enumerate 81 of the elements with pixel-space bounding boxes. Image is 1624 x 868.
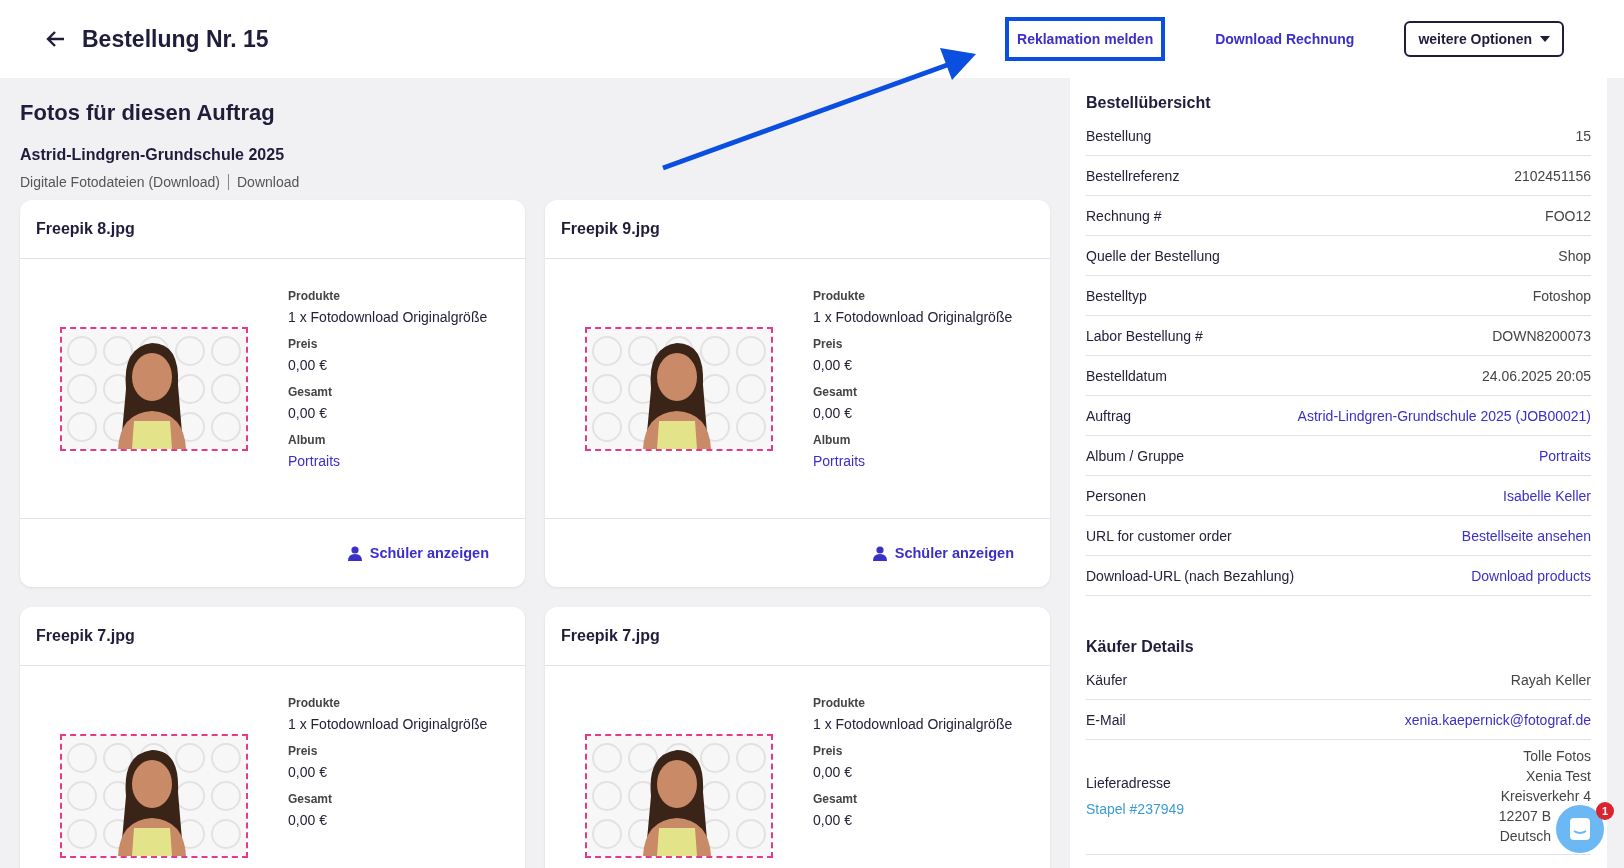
field-label: Produkte — [813, 696, 866, 710]
row-value: 2102451156 — [1514, 167, 1591, 184]
row-link[interactable]: Isabelle Keller — [1503, 487, 1591, 504]
field-value: 0,00 € — [813, 764, 853, 780]
album-link[interactable]: Portraits — [813, 453, 1013, 469]
row-label: Lieferadresse — [1086, 775, 1172, 791]
row-value: 24.06.2025 20:05 — [1482, 367, 1591, 384]
row-value: Rayah Keller — [1510, 671, 1591, 688]
field-value: 1 x Fotodownload Originalgröße — [288, 716, 488, 732]
row-link[interactable]: Portraits — [1538, 447, 1591, 464]
row-label: Auftrag — [1086, 407, 1132, 424]
file-name: Freepik 7.jpg — [561, 627, 660, 645]
options-dropdown[interactable]: weitere Optionen — [1404, 21, 1564, 57]
row-label: Bestelldatum — [1086, 367, 1167, 384]
field-value: 0,00 € — [813, 357, 853, 373]
row-label: Rechnung # — [1086, 207, 1162, 224]
field-label: Gesamt — [813, 385, 859, 399]
section-title: Fotos für diesen Auftrag — [20, 100, 276, 126]
field-label: Preis — [288, 744, 319, 758]
address-line: Xenia Test — [1525, 767, 1591, 786]
address-line: Deutsch — [1499, 827, 1551, 846]
field-value: 0,00 € — [288, 764, 328, 780]
field-label: Produkte — [288, 696, 341, 710]
row-label: Labor Bestellung # — [1086, 327, 1203, 344]
field-label: Album — [813, 433, 852, 447]
row-label: Album / Gruppe — [1086, 447, 1185, 464]
field-value: 0,00 € — [288, 812, 328, 828]
row-label: Quelle der Bestellung — [1086, 247, 1220, 264]
field-value: 0,00 € — [813, 405, 853, 421]
file-name: Freepik 7.jpg — [36, 627, 135, 645]
field-value: 1 x Fotodownload Originalgröße — [813, 309, 1013, 325]
row-link[interactable]: xenia.kaepernick@fotograf.de — [1404, 711, 1591, 728]
address-line: 12207 B — [1498, 807, 1551, 826]
field-label: Gesamt — [288, 385, 334, 399]
row-link[interactable]: Astrid-Lindgren-Grundschule 2025 (JOB00021) — [1297, 407, 1591, 424]
person-icon — [872, 545, 887, 561]
row-label: Personen — [1086, 487, 1146, 504]
row-value: DOWN8200073 — [1492, 327, 1591, 344]
field-value: 1 x Fotodownload Originalgröße — [813, 716, 1013, 732]
field-label: Preis — [288, 337, 319, 351]
row-label: Download-URL (nach Bezahlung) — [1086, 567, 1295, 584]
job-title: Astrid-Lindgren-Grundschule 2025 — [20, 146, 286, 164]
row-label: Käufer — [1086, 671, 1128, 688]
field-label: Preis — [813, 337, 844, 351]
file-name: Freepik 9.jpg — [561, 220, 660, 238]
section-title: Bestellübersicht — [1086, 94, 1212, 112]
row-label: E-Mail — [1086, 711, 1126, 728]
field-value: 1 x Fotodownload Originalgröße — [288, 309, 488, 325]
row-value: FOO12 — [1545, 207, 1591, 224]
product-type: Download — [237, 174, 300, 190]
show-student-button[interactable]: Schüler anzeigen — [872, 545, 1014, 561]
caret-icon — [1540, 36, 1550, 42]
row-link[interactable]: Download products — [1471, 567, 1591, 584]
row-value: 15 — [1575, 127, 1591, 144]
address-line: Kreisverkehr 4 — [1500, 787, 1591, 806]
row-label: Bestellung — [1086, 127, 1152, 144]
row-link[interactable]: Bestellseite ansehen — [1461, 527, 1591, 544]
field-label: Preis — [813, 744, 844, 758]
field-label: Gesamt — [288, 792, 334, 806]
row-label: URL for customer order — [1086, 527, 1232, 544]
row-label: Bestelltyp — [1086, 287, 1147, 304]
row-value: Shop — [1558, 247, 1591, 264]
row-label: Bestellreferenz — [1086, 167, 1180, 184]
field-label: Produkte — [813, 289, 866, 303]
product-type: Digitale Fotodateien (Download) — [20, 174, 220, 190]
field-label: Gesamt — [813, 792, 859, 806]
file-name: Freepik 8.jpg — [36, 220, 135, 238]
field-label: Produkte — [288, 289, 341, 303]
field-value: 0,00 € — [288, 357, 328, 373]
show-student-button[interactable]: Schüler anzeigen — [347, 545, 489, 561]
row-value: Fotoshop — [1532, 287, 1591, 304]
field-value: 0,00 € — [288, 405, 328, 421]
field-label: Album — [288, 433, 327, 447]
field-value: 0,00 € — [813, 812, 853, 828]
address-line: Tolle Fotos — [1523, 747, 1591, 766]
album-link[interactable]: Portraits — [288, 453, 488, 469]
page-title: Bestellung Nr. 15 — [82, 25, 270, 53]
header-link[interactable]: Reklamation melden — [1005, 17, 1166, 61]
header-link[interactable]: Download Rechnung — [1207, 21, 1363, 57]
section-title: Käufer Details — [1086, 638, 1195, 656]
person-icon — [347, 545, 362, 561]
